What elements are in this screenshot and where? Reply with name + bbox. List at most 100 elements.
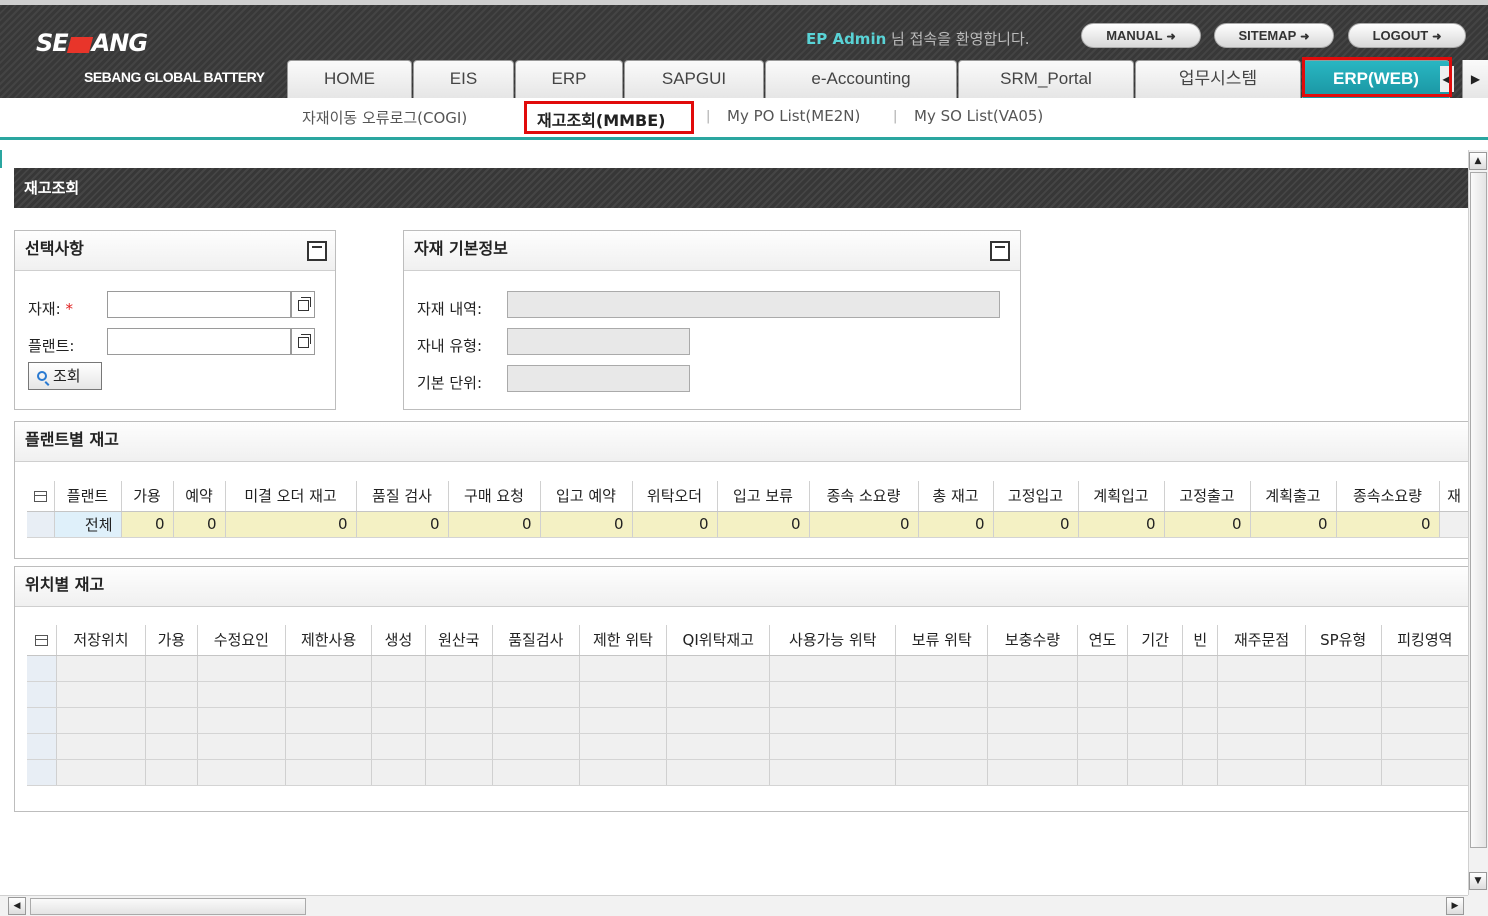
table-cell: [1305, 759, 1382, 786]
table-cell: [987, 733, 1078, 760]
column-header[interactable]: 수정요인: [197, 625, 286, 656]
table-row[interactable]: [27, 681, 1470, 708]
column-header[interactable]: 생성: [371, 625, 426, 656]
column-header[interactable]: 플랜트: [54, 481, 122, 512]
column-header[interactable]: 종속소요량: [1336, 481, 1440, 512]
column-header[interactable]: 가용: [121, 481, 174, 512]
column-header[interactable]: 구매 요청: [448, 481, 541, 512]
tab-business-system[interactable]: 업무시스템: [1135, 60, 1301, 98]
column-header[interactable]: 재주문점: [1217, 625, 1306, 656]
table-row[interactable]: 전체 0 0 0 0 0 0 0 0 0 0 0 0 0 0 0: [27, 511, 1470, 538]
scroll-right-icon[interactable]: ▶: [1446, 897, 1464, 915]
column-header[interactable]: 빈: [1182, 625, 1219, 656]
row-selector[interactable]: [27, 707, 57, 734]
horizontal-scroll-thumb[interactable]: [30, 898, 306, 915]
collapse-icon[interactable]: [307, 241, 327, 261]
plant-input[interactable]: [107, 328, 291, 355]
column-header[interactable]: 입고 예약: [540, 481, 633, 512]
column-header[interactable]: 연도: [1077, 625, 1129, 656]
material-type-field: [507, 328, 690, 355]
column-header[interactable]: 품질검사: [492, 625, 580, 656]
column-header[interactable]: 재: [1439, 481, 1470, 512]
vertical-scroll-thumb[interactable]: [1470, 172, 1487, 848]
material-info-panel: 자재 기본정보 자재 내역: 자내 유형: 기본 단위:: [403, 230, 1021, 410]
column-header[interactable]: 제한 위탁: [579, 625, 668, 656]
sitemap-button[interactable]: SITEMAP ➜: [1214, 23, 1334, 48]
table-cell: [425, 681, 493, 708]
plant-picker-icon[interactable]: [291, 328, 315, 355]
material-input[interactable]: [107, 291, 291, 318]
table-row[interactable]: [27, 733, 1470, 760]
tab-e-accounting[interactable]: e-Accounting: [765, 60, 957, 98]
table-cell: [1077, 655, 1129, 682]
table-cell: 0: [1078, 511, 1165, 538]
collapse-icon[interactable]: [990, 241, 1010, 261]
logout-button[interactable]: LOGOUT ➜: [1348, 23, 1466, 48]
tab-scroll-right-icon[interactable]: ▶: [1462, 60, 1488, 98]
subnav-me2n[interactable]: My PO List(ME2N): [727, 107, 860, 125]
column-header[interactable]: 보충수량: [987, 625, 1078, 656]
tab-srm-portal[interactable]: SRM_Portal: [958, 60, 1134, 98]
column-header[interactable]: 저장위치: [56, 625, 147, 656]
column-header[interactable]: 제한사용: [285, 625, 373, 656]
row-selector[interactable]: [27, 511, 55, 538]
column-header[interactable]: SP유형: [1305, 625, 1382, 656]
table-cell: [425, 707, 493, 734]
table-cell: [1077, 681, 1129, 708]
column-header[interactable]: 사용가능 위탁: [769, 625, 897, 656]
row-selector[interactable]: [27, 681, 57, 708]
column-header[interactable]: QI위탁재고: [666, 625, 771, 656]
column-header[interactable]: 종속 소요량: [809, 481, 919, 512]
table-cell: [987, 759, 1078, 786]
column-header[interactable]: 가용: [145, 625, 198, 656]
table-cell: [145, 655, 198, 682]
column-header[interactable]: 총 재고: [918, 481, 994, 512]
location-stock-title: 위치별 재고: [25, 575, 105, 594]
table-row[interactable]: [27, 759, 1470, 786]
search-button[interactable]: 조회: [28, 362, 102, 390]
tab-eis[interactable]: EIS: [413, 60, 514, 98]
row-selector[interactable]: [27, 759, 57, 786]
table-row[interactable]: [27, 655, 1470, 682]
column-header[interactable]: 미결 오더 재고: [225, 481, 357, 512]
tab-home[interactable]: HOME: [287, 60, 412, 98]
scroll-left-icon[interactable]: ◀: [8, 897, 26, 915]
column-header[interactable]: 계획입고: [1078, 481, 1165, 512]
column-header[interactable]: 원산국: [425, 625, 493, 656]
scroll-up-icon[interactable]: ▲: [1469, 152, 1487, 170]
base-unit-field: [507, 365, 690, 392]
vertical-scrollbar[interactable]: ▲ ▼: [1468, 150, 1488, 895]
column-header[interactable]: 기간: [1127, 625, 1183, 656]
subnav-va05[interactable]: My SO List(VA05): [914, 107, 1043, 125]
table-row[interactable]: [27, 707, 1470, 734]
subnav-cogi[interactable]: 자재이동 오류로그(COGI): [302, 107, 467, 128]
horizontal-scrollbar[interactable]: ◀ ▶: [0, 895, 1468, 916]
grid-settings-icon[interactable]: [27, 481, 55, 512]
grid-settings-icon[interactable]: [27, 625, 57, 656]
company-logo[interactable]: SE ANG: [36, 29, 148, 57]
manual-button[interactable]: MANUAL ➜: [1081, 23, 1201, 48]
table-cell: 0: [1250, 511, 1337, 538]
tab-erp[interactable]: ERP: [515, 60, 623, 98]
table-cell: [666, 681, 771, 708]
column-header[interactable]: 예약: [173, 481, 226, 512]
scroll-down-icon[interactable]: ▼: [1469, 872, 1487, 890]
content-area: 재고조회 선택사항 자재: * 플랜트: 조회 자재 기본정보 자재 내역: 자…: [0, 143, 1470, 895]
column-header[interactable]: 고정출고: [1164, 481, 1251, 512]
column-header[interactable]: 입고 보류: [717, 481, 810, 512]
table-cell: [1127, 759, 1183, 786]
table-cell: [769, 733, 897, 760]
column-header[interactable]: 고정입고: [993, 481, 1079, 512]
column-header[interactable]: 보류 위탁: [895, 625, 989, 656]
column-header[interactable]: 피킹영역: [1381, 625, 1470, 656]
column-header[interactable]: 위탁오더: [632, 481, 718, 512]
location-stock-header: 위치별 재고: [15, 567, 1468, 607]
column-header[interactable]: 품질 검사: [356, 481, 449, 512]
row-selector[interactable]: [27, 733, 57, 760]
row-selector[interactable]: [27, 655, 57, 682]
tab-sapgui[interactable]: SAPGUI: [624, 60, 764, 98]
material-info-title: 자재 기본정보: [414, 239, 508, 258]
table-cell: [1217, 655, 1306, 682]
column-header[interactable]: 계획출고: [1250, 481, 1337, 512]
material-picker-icon[interactable]: [291, 291, 315, 318]
